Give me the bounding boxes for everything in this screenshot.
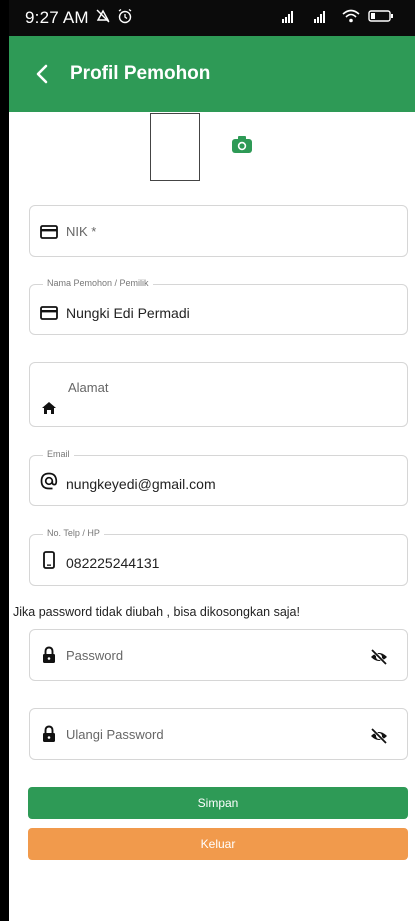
status-bar: 9:27 AM	[9, 0, 415, 36]
password-placeholder: Password	[66, 648, 124, 663]
telp-value: 082225244131	[66, 555, 160, 571]
alamat-placeholder: Alamat	[68, 380, 109, 395]
lock-icon	[40, 646, 58, 664]
nama-label: Nama Pemohon / Pemilik	[43, 278, 153, 288]
alarm-icon	[117, 8, 133, 28]
telp-label: No. Telp / HP	[43, 528, 104, 538]
notification-off-icon	[95, 8, 111, 28]
password-field[interactable]: Password	[29, 629, 408, 681]
camera-icon	[232, 136, 252, 153]
email-label: Email	[43, 449, 74, 459]
status-time: 9:27 AM	[25, 8, 89, 27]
toggle-password-visibility[interactable]	[369, 647, 389, 667]
signal-2-icon	[314, 9, 334, 28]
battery-icon	[368, 9, 394, 28]
chevron-left-icon	[36, 64, 48, 84]
ulangi-password-field[interactable]: Ulangi Password	[29, 708, 408, 760]
wifi-icon	[342, 9, 360, 28]
camera-button[interactable]	[231, 135, 253, 155]
eye-off-icon	[370, 648, 388, 666]
app-bar: Profil Pemohon	[9, 36, 415, 112]
home-icon	[40, 399, 58, 417]
at-icon	[40, 472, 58, 490]
eye-off-icon	[370, 727, 388, 745]
nik-field[interactable]: NIK *	[29, 205, 408, 257]
nama-field[interactable]: Nama Pemohon / Pemilik Nungki Edi Permad…	[29, 278, 408, 335]
password-hint: Jika password tidak diubah , bisa dikoso…	[13, 605, 300, 619]
email-field[interactable]: Email nungkeyedi@gmail.com	[29, 449, 408, 506]
phone-icon	[40, 551, 58, 569]
status-right-icons	[282, 9, 394, 28]
profile-photo[interactable]	[150, 113, 200, 181]
alamat-field[interactable]: Alamat	[29, 362, 408, 427]
page-title: Profil Pemohon	[70, 63, 211, 84]
toggle-ulangi-password-visibility[interactable]	[369, 726, 389, 746]
nik-placeholder: NIK *	[66, 224, 97, 239]
telp-field[interactable]: No. Telp / HP 082225244131	[29, 528, 408, 586]
signal-icon	[282, 9, 306, 28]
save-button[interactable]: Simpan	[28, 787, 408, 819]
home-indicator[interactable]	[145, 912, 279, 916]
back-button[interactable]	[31, 63, 53, 85]
app-frame: 9:27 AM Profil Pemohon NIK * Nama Pemoho…	[9, 0, 415, 921]
screen: 9:27 AM Profil Pemohon NIK * Nama Pemoho…	[0, 0, 415, 921]
id-card-icon	[40, 223, 58, 241]
nama-value: Nungki Edi Permadi	[66, 305, 190, 321]
email-value: nungkeyedi@gmail.com	[66, 476, 216, 492]
exit-button[interactable]: Keluar	[28, 828, 408, 860]
lock-icon	[40, 725, 58, 743]
id-card-icon	[40, 304, 58, 322]
ulangi-password-placeholder: Ulangi Password	[66, 727, 164, 742]
